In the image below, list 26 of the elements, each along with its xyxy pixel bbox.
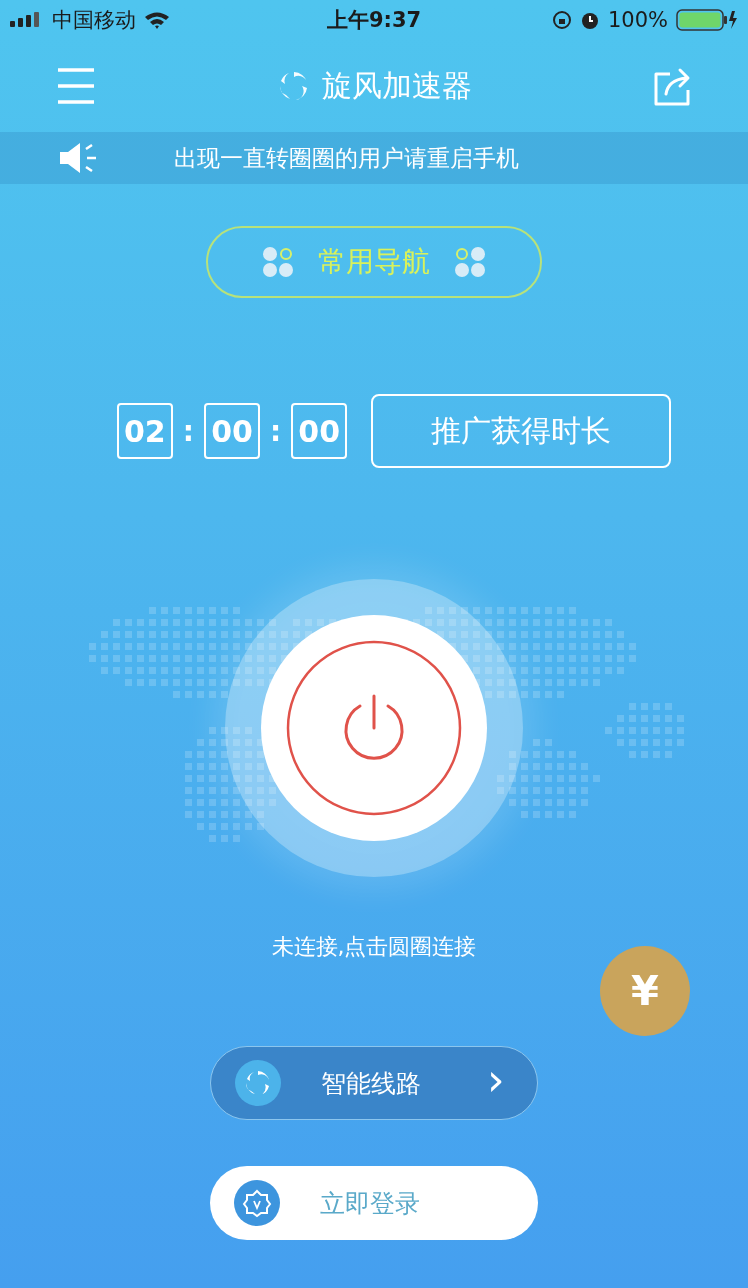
clover-icon xyxy=(454,246,486,278)
notice-text: 出现一直转圈圈的用户请重启手机 xyxy=(174,143,519,173)
time-separator: : xyxy=(182,414,194,448)
menu-icon[interactable] xyxy=(56,68,96,104)
timer-digits: 00 xyxy=(204,403,260,459)
timer-digits: 00 xyxy=(291,403,348,459)
route-button[interactable]: 智能线路 › xyxy=(210,1046,538,1120)
rotation-lock-icon xyxy=(551,10,572,30)
vip-badge-icon xyxy=(234,1180,280,1226)
swirl-logo-icon xyxy=(235,1060,281,1106)
promo-button[interactable]: 推广获得时长 xyxy=(371,394,672,468)
clover-icon xyxy=(262,246,294,278)
speaker-icon xyxy=(58,141,98,175)
battery-percent: 100% xyxy=(607,8,668,32)
app-title: 旋风加速器 xyxy=(322,66,472,105)
alarm-icon xyxy=(579,10,600,30)
navigation-button[interactable]: 常用导航 xyxy=(206,226,542,298)
connection-status: 未连接,点击圆圈连接 xyxy=(271,933,477,961)
login-button[interactable]: 立即登录 xyxy=(210,1166,538,1240)
battery-icon xyxy=(676,9,738,31)
timer-digits: 02 xyxy=(116,403,173,459)
coin-button[interactable]: ¥ xyxy=(600,946,690,1036)
clock-time: 上午9:37 xyxy=(326,7,422,34)
time-separator: : xyxy=(270,414,282,448)
carrier-name: 中国移动 xyxy=(52,7,136,34)
wifi-icon xyxy=(144,11,170,29)
